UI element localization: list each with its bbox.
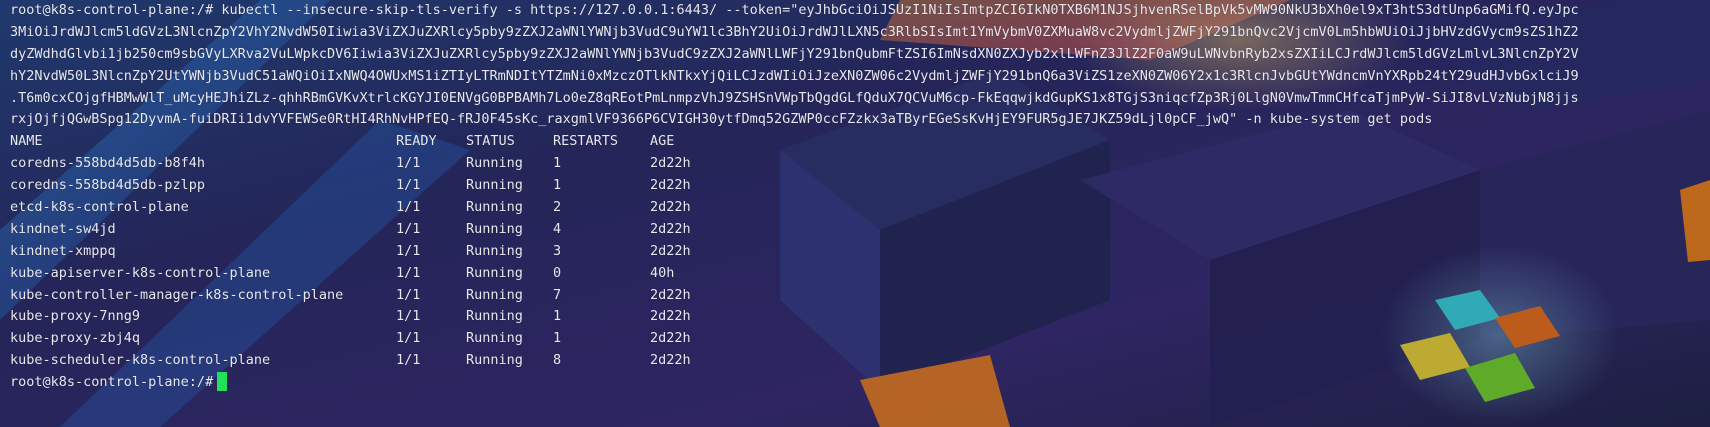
table-row: kube-apiserver-k8s-control-plane 1/1 Run…	[10, 263, 1706, 285]
pod-age: 40h	[650, 264, 675, 281]
pod-name: kube-scheduler-k8s-control-plane	[10, 352, 271, 369]
pod-name: coredns-558bd4d5db-b8f4h	[10, 155, 206, 172]
pod-ready: 1/1	[396, 242, 421, 259]
pod-status: Running	[466, 330, 523, 347]
pod-name: etcd-k8s-control-plane	[10, 199, 189, 216]
pod-restarts: 0	[553, 264, 562, 281]
table-row: kube-scheduler-k8s-control-plane 1/1 Run…	[10, 350, 1706, 372]
pod-age: 2d22h	[650, 286, 691, 303]
prompt-line[interactable]: root@k8s-control-plane:/#	[10, 372, 1706, 394]
pod-ready: 1/1	[396, 352, 421, 369]
pod-restarts: 1	[553, 330, 562, 347]
pod-status: Running	[466, 242, 523, 259]
table-row: kube-proxy-7nng9 1/1 Running 1 2d22h	[10, 306, 1706, 328]
header-age: AGE	[650, 133, 675, 150]
pod-status: Running	[466, 308, 523, 325]
pod-name: coredns-558bd4d5db-pzlpp	[10, 177, 206, 194]
pod-ready: 1/1	[396, 286, 421, 303]
pod-restarts: 1	[553, 177, 562, 194]
table-row: etcd-k8s-control-plane 1/1 Running 2 2d2…	[10, 197, 1706, 219]
terminal-window[interactable]: root@k8s-control-plane:/# kubectl --inse…	[0, 0, 1710, 427]
pod-status: Running	[466, 352, 523, 369]
pod-ready: 1/1	[396, 199, 421, 216]
command-line: rxjOjfjQGwBSpg12DyvmA-fuiDRIi1dvYVFEWSe0…	[10, 111, 1433, 128]
pod-name: kindnet-sw4jd	[10, 220, 116, 237]
table-row: kube-proxy-zbj4q 1/1 Running 1 2d22h	[10, 328, 1706, 350]
pod-restarts: 1	[553, 155, 562, 172]
header-restarts: RESTARTS	[553, 133, 619, 150]
pod-name: kube-apiserver-k8s-control-plane	[10, 264, 271, 281]
pod-restarts: 4	[553, 220, 562, 237]
table-header: NAME READY STATUS RESTARTS AGE	[10, 131, 1706, 153]
pod-age: 2d22h	[650, 352, 691, 369]
command-line: 3MiOiJrdWJlcm5ldGVzL3NlcnZpY2VhY2NvdW50I…	[10, 23, 1579, 40]
pod-restarts: 8	[553, 352, 562, 369]
pod-status: Running	[466, 286, 523, 303]
pod-age: 2d22h	[650, 308, 691, 325]
terminal-output[interactable]: root@k8s-control-plane:/# kubectl --inse…	[10, 0, 1706, 394]
table-row: coredns-558bd4d5db-b8f4h 1/1 Running 1 2…	[10, 153, 1706, 175]
pod-ready: 1/1	[396, 220, 421, 237]
pod-status: Running	[466, 155, 523, 172]
pod-ready: 1/1	[396, 330, 421, 347]
text-cursor	[217, 372, 228, 391]
pod-name: kube-proxy-zbj4q	[10, 330, 141, 347]
pod-ready: 1/1	[396, 155, 421, 172]
header-name: NAME	[10, 133, 43, 150]
pod-restarts: 2	[553, 199, 562, 216]
pod-restarts: 1	[553, 308, 562, 325]
pod-name: kindnet-xmppq	[10, 242, 116, 259]
pod-restarts: 3	[553, 242, 562, 259]
command-line: .T6m0cxCOjgfHBMwWlT_uMcyHEJhiZLz-qhhRBmG…	[10, 89, 1579, 106]
table-row: kindnet-sw4jd 1/1 Running 4 2d22h	[10, 219, 1706, 241]
command-line: root@k8s-control-plane:/# kubectl --inse…	[10, 2, 1579, 18]
pod-age: 2d22h	[650, 155, 691, 172]
pod-name: kube-controller-manager-k8s-control-plan…	[10, 286, 344, 303]
pod-status: Running	[466, 199, 523, 216]
pod-age: 2d22h	[650, 177, 691, 194]
pod-age: 2d22h	[650, 330, 691, 347]
header-status: STATUS	[466, 133, 515, 150]
pod-age: 2d22h	[650, 199, 691, 216]
pod-ready: 1/1	[396, 264, 421, 281]
pod-name: kube-proxy-7nng9	[10, 308, 141, 325]
table-row: kube-controller-manager-k8s-control-plan…	[10, 285, 1706, 307]
pod-ready: 1/1	[396, 177, 421, 194]
pod-status: Running	[466, 177, 523, 194]
table-row: kindnet-xmppq 1/1 Running 3 2d22h	[10, 241, 1706, 263]
pod-age: 2d22h	[650, 242, 691, 259]
pod-restarts: 7	[553, 286, 562, 303]
command-line: dyZWdhdGlvbi1jb250cm9sbGVyLXRva2VuLWpkcD…	[10, 45, 1579, 62]
header-ready: READY	[396, 133, 437, 150]
pod-ready: 1/1	[396, 308, 421, 325]
pod-status: Running	[466, 264, 523, 281]
table-row: coredns-558bd4d5db-pzlpp 1/1 Running 1 2…	[10, 175, 1706, 197]
command-line: hY2NvdW50L3NlcnZpY2UtYWNjb3VudC51aWQiOiI…	[10, 67, 1579, 84]
pod-status: Running	[466, 220, 523, 237]
pod-age: 2d22h	[650, 220, 691, 237]
